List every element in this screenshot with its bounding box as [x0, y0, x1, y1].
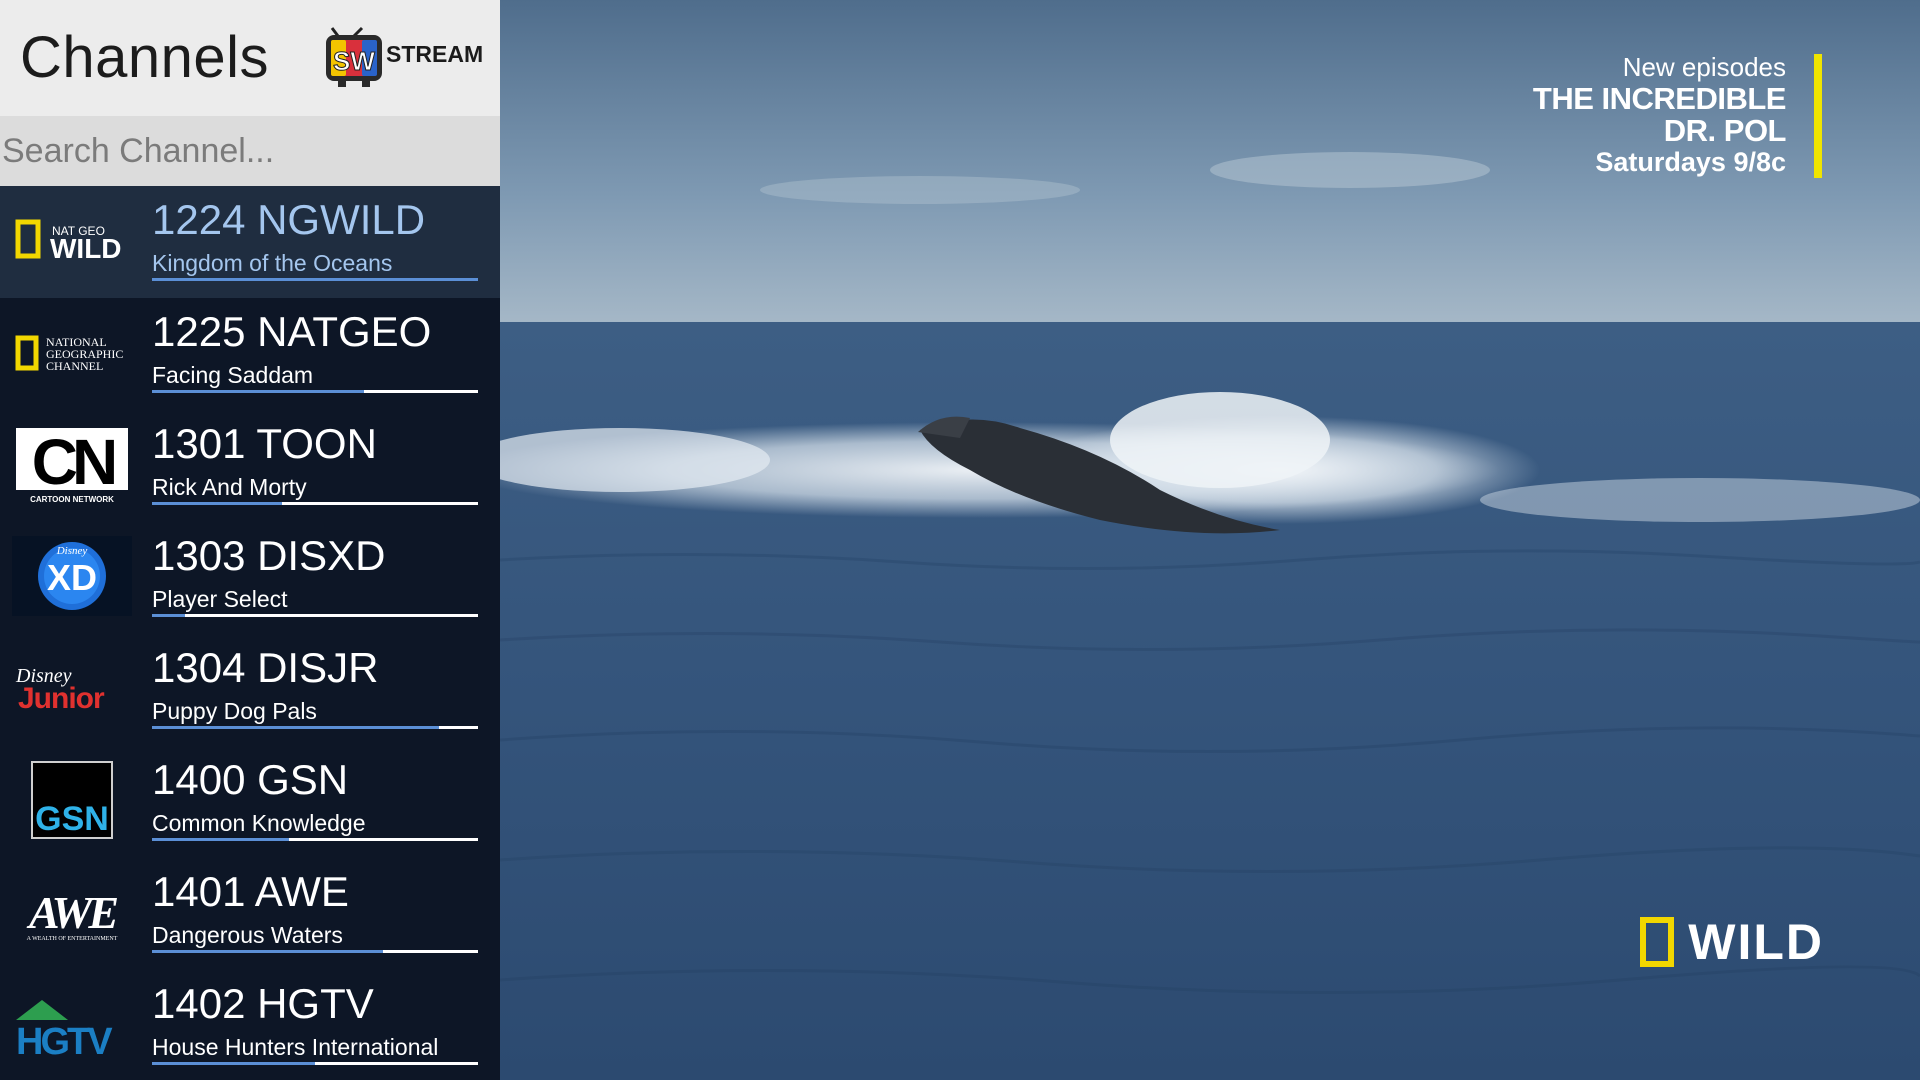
svg-text:AWE: AWE: [26, 887, 117, 938]
promo-airtime: Saturdays 9/8c: [1595, 147, 1786, 177]
channel-name: 1400 GSN: [152, 756, 349, 803]
national-geographic-logo-icon: NATIONAL GEOGRAPHIC CHANNEL: [15, 335, 123, 373]
page-title: Channels: [20, 25, 270, 90]
program-progress-bar: [152, 278, 478, 281]
progress-fill: [152, 390, 364, 393]
natgeo-wild-logo-icon: NAT GEO WILD: [15, 219, 122, 264]
sidebar-header: Channels SW STREAM: [0, 0, 500, 116]
brand-wordmark: STREAM: [386, 41, 483, 67]
channel-name: 1224 NGWILD: [152, 196, 426, 243]
search-channel-input[interactable]: [0, 116, 490, 186]
promo-overlay: New episodes THE INCREDIBLE DR. POL Satu…: [1532, 52, 1787, 178]
channel-row-disjr[interactable]: Disney Junior 1304 DISJR Puppy Dog Pals: [0, 634, 500, 746]
watermark-text: WILD: [1688, 914, 1824, 970]
hgtv-logo-icon: HGTV: [16, 1000, 116, 1063]
promo-accent-bar: [1814, 54, 1822, 178]
progress-fill: [152, 278, 478, 281]
program-title: Dangerous Waters: [152, 922, 343, 948]
svg-text:Junior: Junior: [18, 682, 105, 715]
channel-row-hgtv[interactable]: HGTV 1402 HGTV House Hunters Internation…: [0, 970, 500, 1080]
program-progress-bar: [152, 950, 478, 953]
program-title: House Hunters International: [152, 1034, 439, 1060]
channel-row-ngwild[interactable]: NAT GEO WILD 1224 NGWILD Kingdom of the …: [0, 186, 500, 298]
program-progress-bar: [152, 838, 478, 841]
channel-row-toon[interactable]: CN CARTOON NETWORK 1301 TOON Rick And Mo…: [0, 410, 500, 522]
svg-text:XD: XD: [47, 557, 97, 598]
program-progress-bar: [152, 390, 478, 393]
svg-text:CN: CN: [32, 426, 114, 498]
channel-row-gsn[interactable]: GSN 1400 GSN Common Knowledge: [0, 746, 500, 858]
program-title: Kingdom of the Oceans: [152, 250, 393, 276]
channel-name: 1303 DISXD: [152, 532, 386, 579]
progress-fill: [152, 1062, 315, 1065]
svg-text:HGTV: HGTV: [16, 1021, 113, 1063]
svg-text:GSN: GSN: [35, 800, 109, 838]
program-progress-bar: [152, 1062, 478, 1065]
search-bar: [0, 116, 500, 186]
program-title: Common Knowledge: [152, 810, 366, 836]
video-player[interactable]: New episodes THE INCREDIBLE DR. POL Satu…: [500, 0, 1920, 1080]
disney-xd-logo-icon: Disney XD: [12, 536, 132, 616]
progress-fill: [152, 614, 185, 617]
promo-subtitle: New episodes: [1622, 52, 1786, 82]
progress-fill: [152, 726, 439, 729]
svg-text:Disney: Disney: [56, 545, 88, 557]
progress-fill: [152, 950, 384, 953]
channel-sidebar: Channels SW STREAM NAT GEO WILD 1224 NGW…: [0, 0, 500, 1080]
program-title: Facing Saddam: [152, 362, 314, 388]
program-progress-bar: [152, 502, 478, 505]
promo-title: THE INCREDIBLE DR. POL: [1532, 81, 1787, 148]
program-title: Puppy Dog Pals: [152, 698, 317, 724]
sw-stream-logo: SW STREAM: [326, 26, 483, 87]
channel-row-disxd[interactable]: Disney XD 1303 DISXD Player Select: [0, 522, 500, 634]
channel-row-natgeo[interactable]: NATIONAL GEOGRAPHIC CHANNEL 1225 NATGEO …: [0, 298, 500, 410]
natgeo-frame-icon: [1640, 917, 1675, 967]
channel-watermark: WILD: [1640, 914, 1824, 970]
disney-junior-logo-icon: Disney Junior: [15, 665, 106, 715]
svg-text:CHANNEL: CHANNEL: [46, 359, 103, 373]
program-title: Rick And Morty: [152, 474, 307, 500]
channel-row-awe[interactable]: AWE A WEALTH OF ENTERTAINMENT 1401 AWE D…: [0, 858, 500, 970]
channel-name: 1401 AWE: [152, 868, 349, 915]
svg-text:WILD: WILD: [50, 233, 122, 264]
progress-fill: [152, 502, 283, 505]
svg-text:CARTOON NETWORK: CARTOON NETWORK: [30, 495, 114, 504]
channel-name: 1402 HGTV: [152, 980, 374, 1027]
channel-name: 1225 NATGEO: [152, 308, 432, 355]
gsn-logo-icon: GSN: [31, 761, 113, 839]
channel-name: 1304 DISJR: [152, 644, 379, 691]
program-title: Player Select: [152, 586, 288, 612]
svg-text:A WEALTH OF ENTERTAINMENT: A WEALTH OF ENTERTAINMENT: [27, 936, 118, 942]
channel-list: NAT GEO WILD 1224 NGWILD Kingdom of the …: [0, 186, 500, 1080]
program-progress-bar: [152, 614, 478, 617]
progress-fill: [152, 838, 289, 841]
program-progress-bar: [152, 726, 478, 729]
brand-badge: SW: [333, 46, 375, 76]
cartoon-network-logo-icon: CN CARTOON NETWORK: [16, 426, 128, 504]
channel-name: 1301 TOON: [152, 420, 377, 467]
awe-logo-icon: AWE A WEALTH OF ENTERTAINMENT: [26, 887, 121, 942]
